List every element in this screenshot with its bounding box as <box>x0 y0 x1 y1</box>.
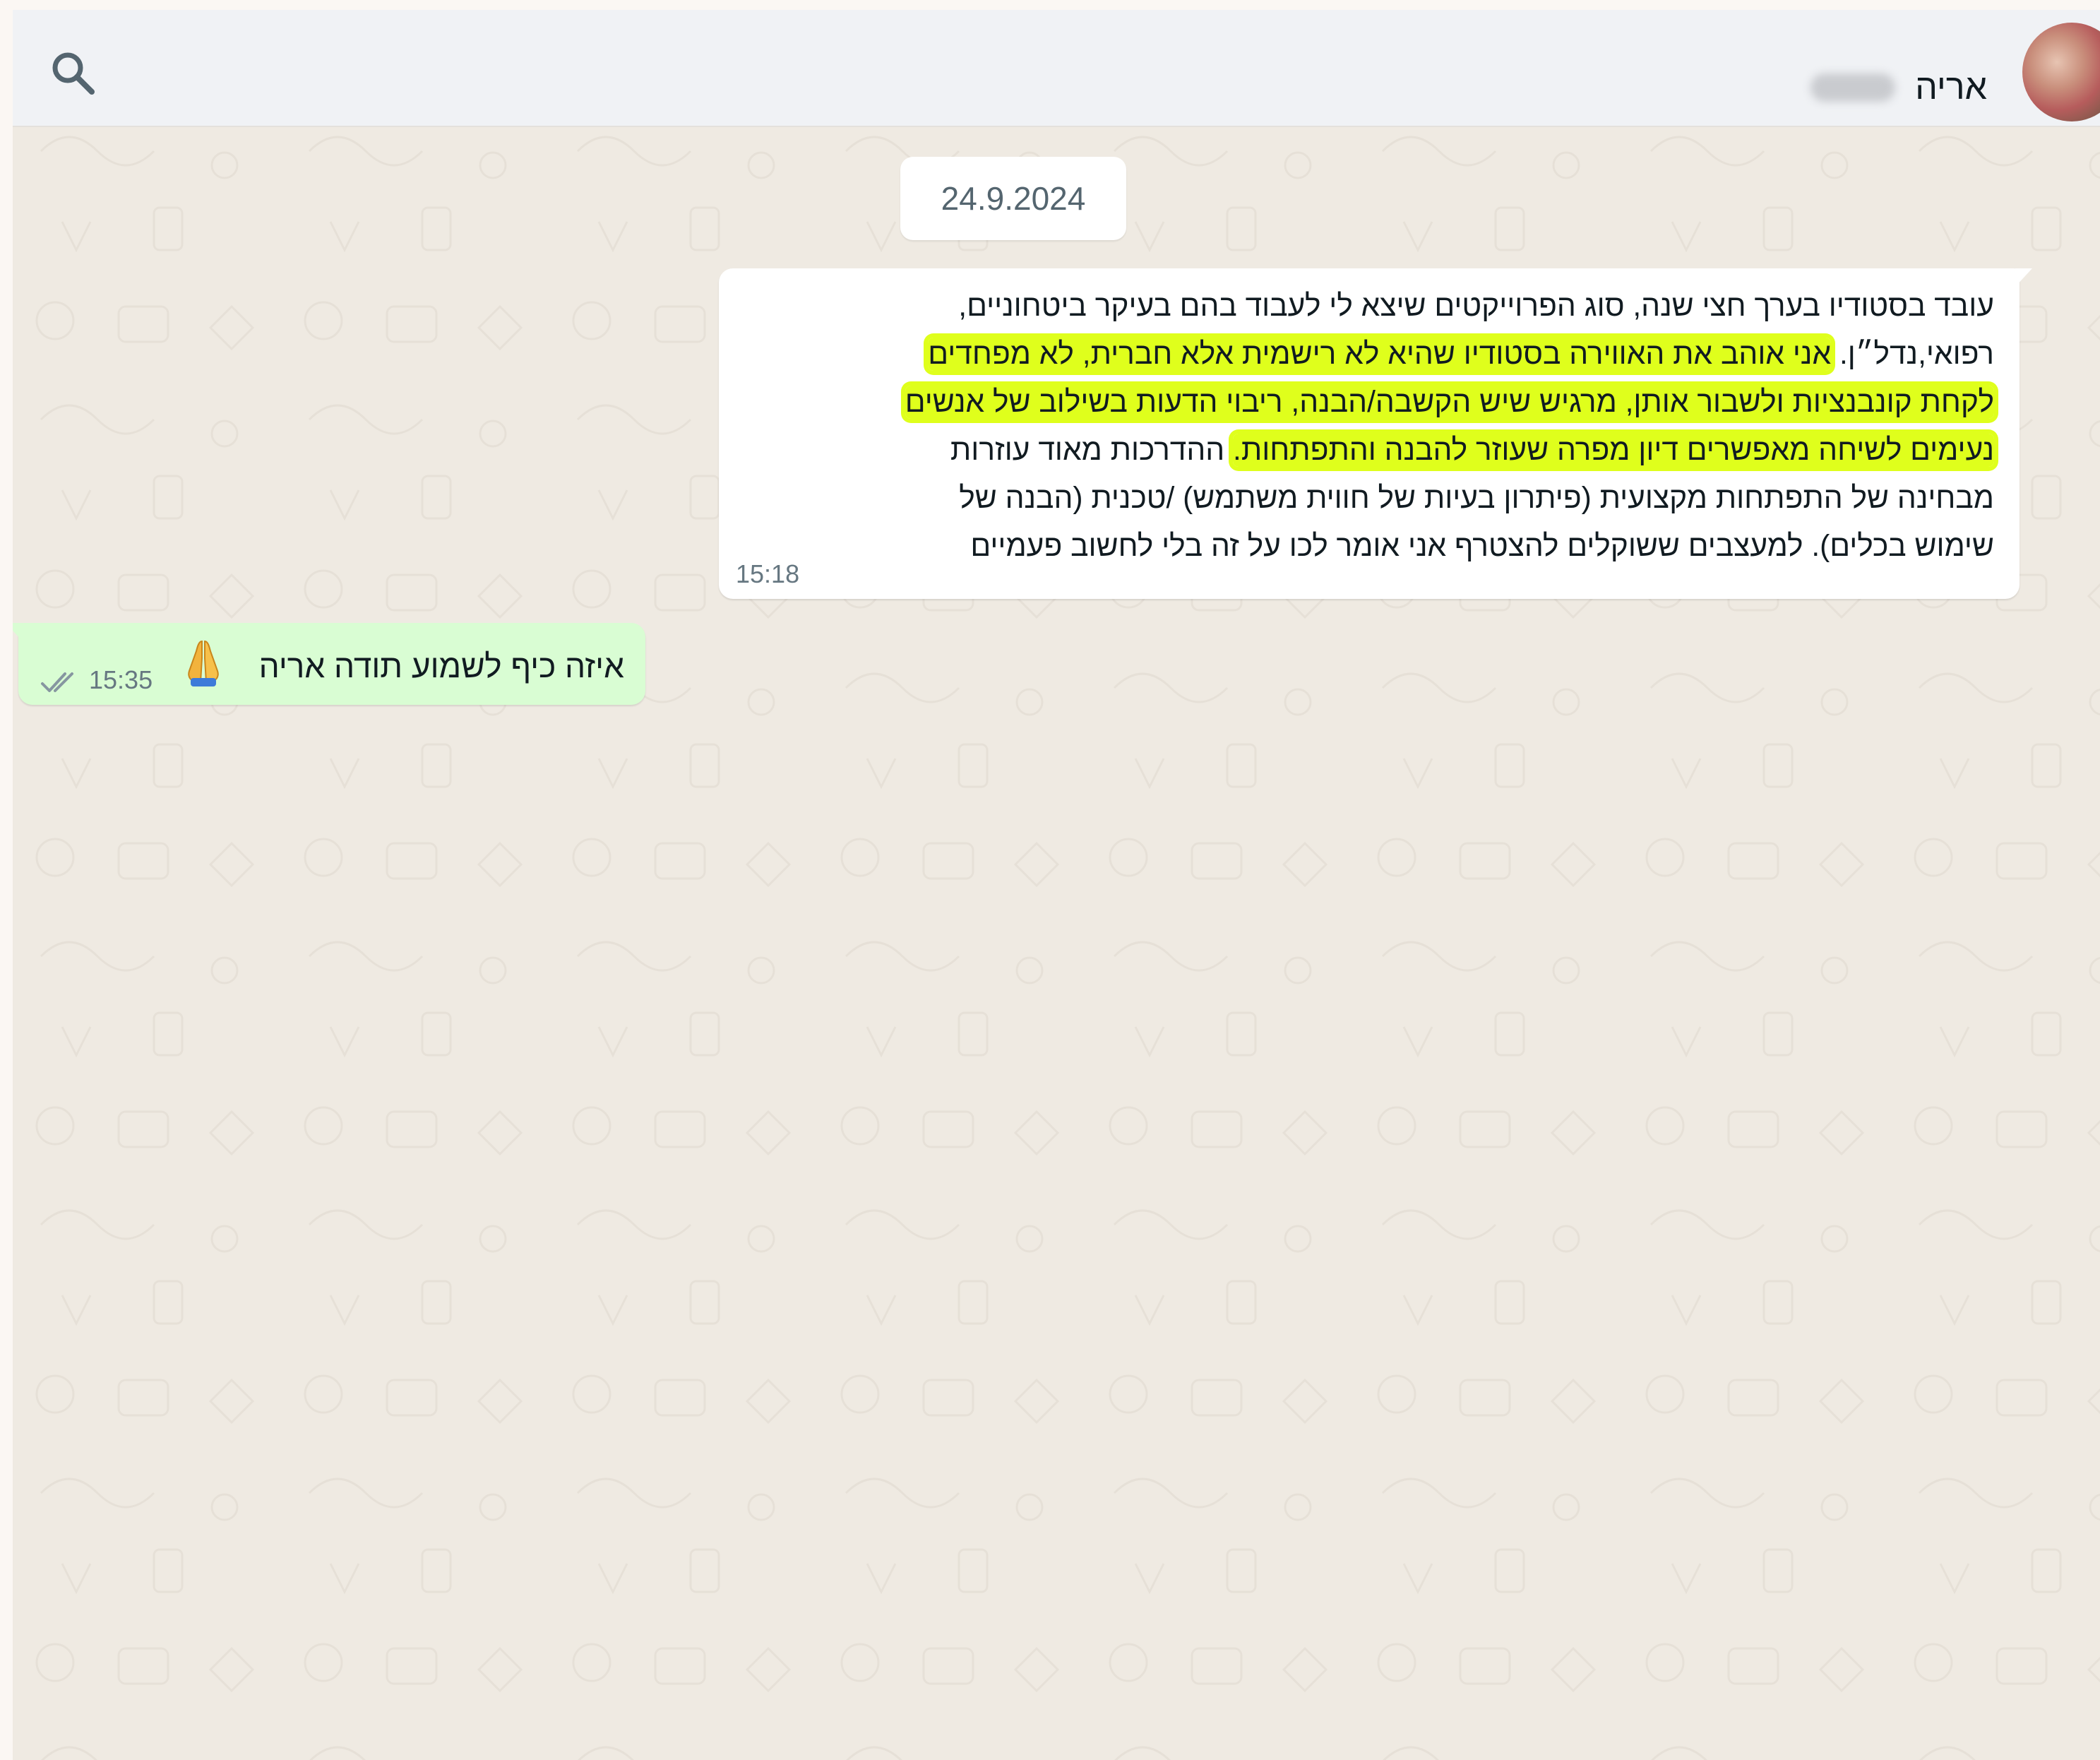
highlighted-text: לקחת קונבנציות ולשבור אותן, מרגיש שיש הק… <box>905 386 1994 419</box>
search-icon <box>52 52 95 95</box>
message-line: מבחינה של התפתחות מקצועית (פיתרון בעיות … <box>744 475 1994 523</box>
date-separator: 24.9.2024 <box>900 157 1126 240</box>
chat-window: אריה 24.9.2024 עובד בסטודיו בערך חצי שנה… <box>13 10 2100 1760</box>
message-text-segment: עובד בסטודיו בערך חצי שנה, סוג הפרוייקטי… <box>958 290 1994 323</box>
chat-header: אריה <box>13 10 2100 127</box>
outgoing-message-bubble[interactable]: איזה כיף לשמוע תודה אריה 15:35 <box>13 623 645 705</box>
outgoing-message-text: איזה כיף לשמוע תודה אריה <box>258 648 624 684</box>
message-line: רפואי,נדל״ן. אני אוהב את האווירה בסטודיו… <box>744 331 1994 379</box>
contact-avatar[interactable] <box>2022 23 2100 121</box>
contact-name[interactable]: אריה <box>1915 66 1987 107</box>
message-line: נעימים לשיחה מאפשרים דיון מפרה שעוזר להב… <box>744 427 1994 475</box>
message-text-segment: מבחינה של התפתחות מקצועית (פיתרון בעיות … <box>959 482 1994 515</box>
message-line: עובד בסטודיו בערך חצי שנה, סוג הפרוייקטי… <box>744 283 1994 331</box>
message-text-segment: שימוש בכלים). למעצבים ששוקלים להצטרף אני… <box>970 530 1994 563</box>
incoming-message-bubble[interactable]: עובד בסטודיו בערך חצי שנה, סוג הפרוייקטי… <box>719 268 2032 599</box>
folded-hands-emoji <box>188 640 219 686</box>
message-text-segment: ההדרכות מאוד עוזרות <box>950 434 1234 467</box>
search-button[interactable] <box>45 45 102 102</box>
read-receipt-icon <box>41 672 73 692</box>
redacted-last-name <box>1810 73 1895 102</box>
incoming-message-text: עובד בסטודיו בערך חצי שנה, סוג הפרוייקטי… <box>744 283 1994 571</box>
bubble-tail <box>2015 268 2032 287</box>
message-text-segment: רפואי,נדל״ן. <box>1831 338 1994 371</box>
message-line: לקחת קונבנציות ולשבור אותן, מרגיש שיש הק… <box>744 379 1994 427</box>
bubble-tail <box>13 623 23 641</box>
outgoing-message-time: 15:35 <box>89 665 153 694</box>
highlighted-text: אני אוהב את האווירה בסטודיו שהיא לא רישמ… <box>928 338 1832 371</box>
incoming-message-time: 15:18 <box>736 559 800 588</box>
highlighted-text: נעימים לשיחה מאפשרים דיון מפרה שעוזר להב… <box>1233 434 1994 467</box>
message-line: שימוש בכלים). למעצבים ששוקלים להצטרף אני… <box>744 523 1994 571</box>
page: אריה 24.9.2024 עובד בסטודיו בערך חצי שנה… <box>0 0 2100 1760</box>
